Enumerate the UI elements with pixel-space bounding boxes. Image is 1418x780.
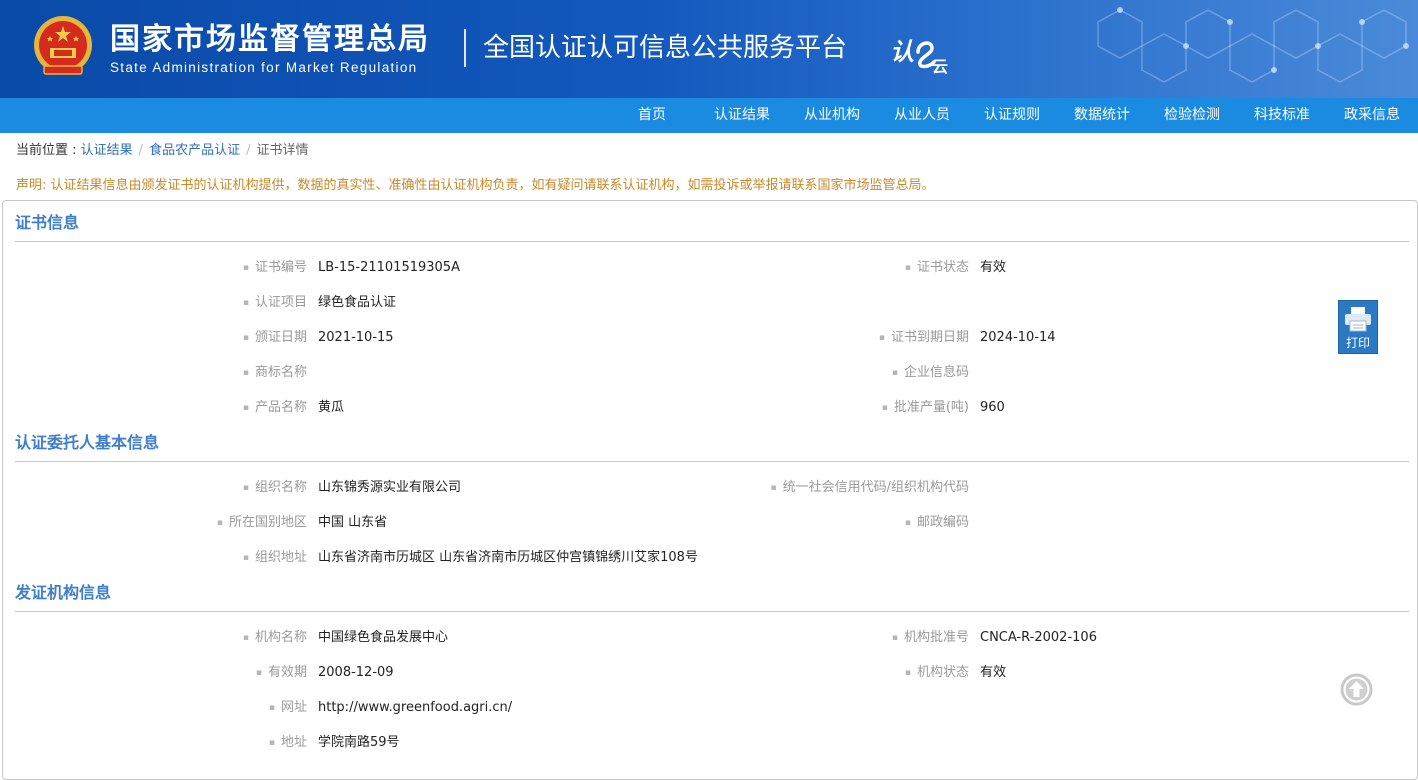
field-value-validity: 2008-12-09 xyxy=(318,665,394,680)
field-label: 统一社会信用代码/组织机构代码 xyxy=(771,479,969,498)
national-emblem-icon xyxy=(34,16,92,75)
field-label: 有效期 xyxy=(256,664,307,683)
section-title-issuer-info: 发证机构信息 xyxy=(15,583,112,602)
gov-agency-name-english: State Administration for Market Regulati… xyxy=(110,60,418,75)
field-label: 认证项目 xyxy=(243,294,307,313)
breadcrumb-link-certification-results[interactable]: 认证结果 xyxy=(81,143,133,158)
nav-procurement-info[interactable]: 政采信息 xyxy=(1337,98,1407,133)
field-value-address: 学院南路59号 xyxy=(318,735,400,750)
svg-text:认: 认 xyxy=(890,37,914,66)
field-label: 颁证日期 xyxy=(243,329,307,348)
field-value-certification-item: 绿色食品认证 xyxy=(318,295,397,310)
field-label: 证书编号 xyxy=(243,259,307,278)
nav-home[interactable]: 首页 xyxy=(622,98,682,133)
nav-inspection-testing[interactable]: 检验检测 xyxy=(1157,98,1227,133)
field-label: 产品名称 xyxy=(243,399,307,418)
header-divider xyxy=(464,29,466,67)
hexagon-pattern-decoration xyxy=(1097,7,1409,83)
field-value-institution-status: 有效 xyxy=(980,665,1007,680)
field-label: 机构状态 xyxy=(905,664,969,683)
svg-text:云: 云 xyxy=(932,57,948,76)
field-value-certificate-number: LB-15-21101519305A xyxy=(318,260,460,275)
field-value-organization-address: 山东省济南市历城区 山东省济南市历城区仲宫镇锦绣川艾家108号 xyxy=(318,550,698,565)
field-value-organization-name: 山东锦秀源实业有限公司 xyxy=(318,480,462,495)
field-label: 企业信息码 xyxy=(892,364,969,383)
breadcrumb: 当前位置 : 认证结果 / 食品农产品认证 / 证书详情 xyxy=(16,142,308,160)
field-value-product-name: 黄瓜 xyxy=(318,400,345,415)
field-label: 所在国别地区 xyxy=(217,514,307,533)
field-label: 证书状态 xyxy=(905,259,969,278)
section-divider xyxy=(15,241,1409,242)
field-label: 组织地址 xyxy=(243,549,307,568)
breadcrumb-separator: / xyxy=(246,143,251,158)
nav-practitioners[interactable]: 从业人员 xyxy=(887,98,957,133)
site-header: 国家市场监督管理总局 State Administration for Mark… xyxy=(0,0,1418,98)
breadcrumb-separator: / xyxy=(138,143,144,158)
breadcrumb-prefix: 当前位置 : xyxy=(16,143,81,158)
field-value-region: 中国 山东省 xyxy=(318,515,388,530)
section-divider xyxy=(15,611,1409,612)
nav-tech-standards[interactable]: 科技标准 xyxy=(1247,98,1317,133)
gov-agency-name: 国家市场监督管理总局 xyxy=(110,22,430,57)
field-label: 机构批准号 xyxy=(892,629,969,648)
field-value-certificate-status: 有效 xyxy=(980,260,1007,275)
field-label: 机构名称 xyxy=(243,629,307,648)
disclaimer-notice: 声明: 认证结果信息由颁发证书的认证机构提供，数据的真实性、准确性由认证机构负责… xyxy=(16,178,935,193)
section-title-certificate-info: 证书信息 xyxy=(15,213,80,232)
printer-icon xyxy=(1345,307,1371,332)
nav-certification-results[interactable]: 认证结果 xyxy=(707,98,777,133)
breadcrumb-current: 证书详情 xyxy=(256,143,309,158)
field-value-issue-date: 2021-10-15 xyxy=(318,330,394,345)
breadcrumb-link-food-agri-certification[interactable]: 食品农产品认证 xyxy=(149,143,240,158)
field-value-website[interactable]: http://www.greenfood.agri.cn/ xyxy=(318,699,512,717)
field-value-approval-number: CNCA-R-2002-106 xyxy=(980,630,1097,645)
field-label: 组织名称 xyxy=(243,479,307,498)
field-value-approved-output: 960 xyxy=(980,400,1005,415)
field-label: 网址 xyxy=(269,699,307,718)
main-navbar: 首页 认证结果 从业机构 从业人员 认证规则 数据统计 检验检测 科技标准 政采… xyxy=(0,98,1418,133)
nav-certification-rules[interactable]: 认证规则 xyxy=(977,98,1047,133)
nav-statistics[interactable]: 数据统计 xyxy=(1067,98,1137,133)
print-button-label: 打印 xyxy=(1345,336,1370,350)
field-label: 邮政编码 xyxy=(905,514,969,533)
field-value-institution-name: 中国绿色食品发展中心 xyxy=(318,630,449,645)
section-divider xyxy=(15,461,1409,462)
field-label: 证书到期日期 xyxy=(879,329,969,348)
certificate-detail-panel: 证书信息 证书编号 LB-15-21101519305A 证书状态 有效 认证项… xyxy=(2,200,1418,780)
platform-name: 全国认证认可信息公共服务平台 xyxy=(483,33,848,63)
field-label: 商标名称 xyxy=(243,364,307,383)
field-label: 地址 xyxy=(269,734,307,753)
back-to-top-button[interactable] xyxy=(1340,673,1373,706)
print-button[interactable]: 打印 xyxy=(1338,300,1378,354)
platform-logo: 认 云 xyxy=(890,37,948,76)
field-label: 批准产量(吨) xyxy=(882,399,969,418)
field-value-expiry-date: 2024-10-14 xyxy=(980,330,1056,345)
nav-institutions[interactable]: 从业机构 xyxy=(797,98,867,133)
section-title-client-info: 认证委托人基本信息 xyxy=(15,433,160,452)
